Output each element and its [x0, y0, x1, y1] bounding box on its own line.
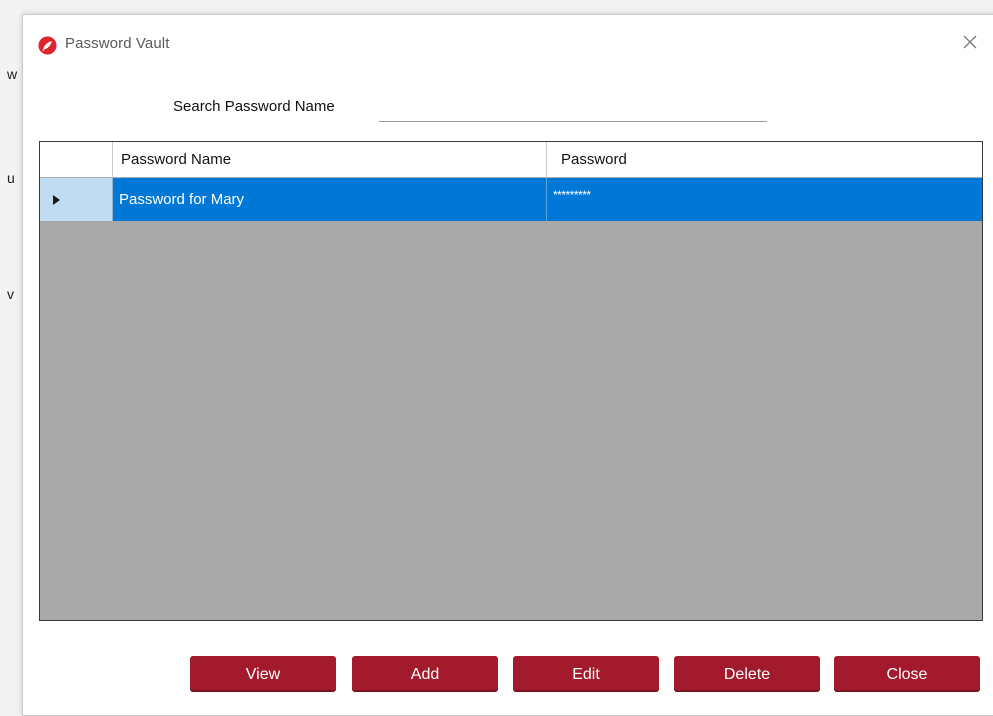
table-row[interactable]: Password for Mary ********* — [40, 178, 982, 221]
background-text-fragment: u — [7, 170, 15, 186]
delete-button[interactable]: Delete — [674, 656, 820, 692]
view-button[interactable]: View — [190, 656, 336, 692]
password-vault-dialog: Password Vault Search Password Name Pass… — [22, 14, 993, 716]
background-text-fragment: w — [7, 66, 18, 82]
edit-button[interactable]: Edit — [513, 656, 659, 692]
background-text-fragment: v — [7, 286, 14, 302]
row-selector[interactable] — [40, 178, 113, 221]
background-window-edge — [0, 0, 22, 706]
cell-password[interactable]: ********* — [547, 178, 982, 221]
app-logo-icon — [38, 36, 57, 55]
close-button[interactable]: Close — [834, 656, 980, 692]
title-bar[interactable]: Password Vault — [23, 15, 993, 65]
add-button[interactable]: Add — [352, 656, 498, 692]
grid-header: Password Name Password — [40, 142, 982, 178]
window-title: Password Vault — [65, 35, 170, 52]
row-header-corner — [40, 142, 113, 177]
close-icon[interactable] — [959, 31, 981, 53]
search-label: Search Password Name — [173, 98, 335, 115]
column-header-password-name[interactable]: Password Name — [113, 142, 547, 177]
cell-password-name[interactable]: Password for Mary — [113, 178, 547, 221]
search-input[interactable] — [379, 92, 767, 122]
current-row-arrow-icon — [53, 195, 60, 205]
passwords-grid[interactable]: Password Name Password Password for Mary… — [39, 141, 983, 621]
column-header-password[interactable]: Password — [547, 142, 982, 177]
